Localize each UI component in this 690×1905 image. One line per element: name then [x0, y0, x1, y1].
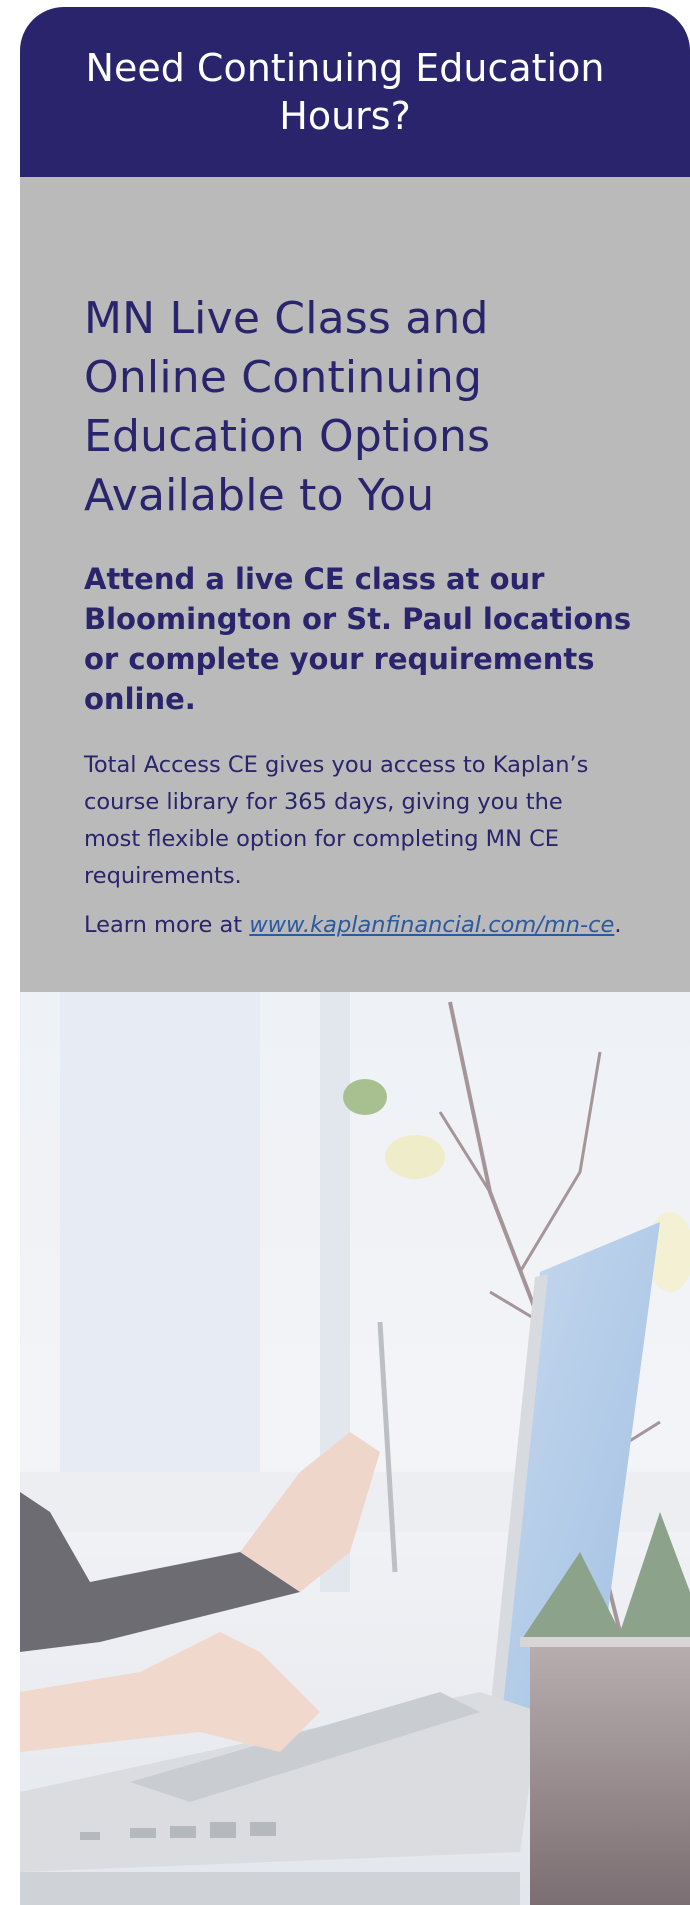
- laptop-photo-icon: [20, 992, 690, 1905]
- learn-more-suffix: .: [614, 912, 622, 938]
- header-title: Need Continuing Education Hours?: [85, 46, 605, 138]
- promo-subhead: Attend a live CE class at our Bloomingto…: [84, 562, 632, 716]
- promo-headline: MN Live Class and Online Continuing Educ…: [84, 293, 491, 521]
- promo-header: Need Continuing Education Hours?: [20, 7, 690, 177]
- promo-body: Total Access CE gives you access to Kapl…: [84, 752, 589, 889]
- promo-content: MN Live Class and Online Continuing Educ…: [84, 177, 644, 944]
- kaplan-ce-link[interactable]: www.kaplanfinancial.com/mn-ce: [249, 912, 614, 938]
- laptop-photo: [20, 992, 690, 1905]
- ce-promo-card: Need Continuing Education Hours? MN Live…: [20, 7, 690, 1905]
- learn-more-prefix: Learn more at: [84, 912, 250, 938]
- learn-more-line: Learn more at www.kaplanfinancial.com/mn…: [84, 907, 644, 944]
